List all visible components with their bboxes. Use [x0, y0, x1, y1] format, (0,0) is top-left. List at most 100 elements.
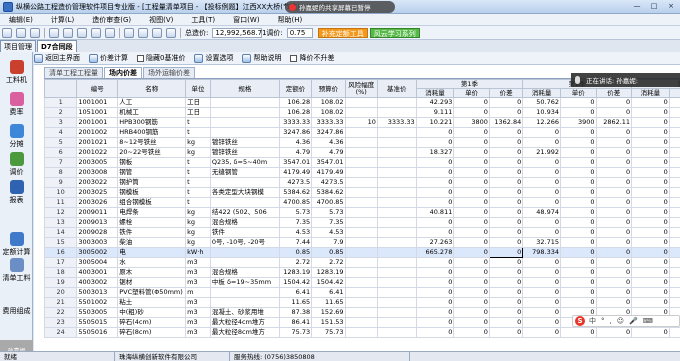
- table-cell[interactable]: 0: [415, 127, 455, 138]
- table-cell[interactable]: [344, 197, 378, 208]
- table-cell[interactable]: 798.334: [522, 247, 561, 258]
- table-cell[interactable]: 0: [595, 177, 633, 188]
- table-cell[interactable]: [209, 117, 280, 128]
- table-cell[interactable]: 0号, -10号, -20号: [209, 237, 280, 248]
- table-row[interactable]: 142009028铁件kg铁件4.534.53000000000: [44, 227, 680, 238]
- table-cell[interactable]: 0: [522, 167, 561, 178]
- table-cell[interactable]: 0: [631, 247, 670, 258]
- table-cell[interactable]: 人工: [117, 97, 187, 108]
- table-cell[interactable]: 0: [559, 137, 597, 148]
- table-cell[interactable]: 0: [488, 297, 524, 308]
- table-cell[interactable]: [376, 107, 417, 118]
- menu-help[interactable]: 帮助(H): [269, 15, 312, 25]
- table-cell[interactable]: Q235, δ=5~40m: [209, 157, 280, 168]
- table-cell[interactable]: kW·h: [185, 247, 211, 258]
- table-cell[interactable]: 0: [668, 97, 680, 108]
- table-row[interactable]: 24 5505016 碎石(8cm) m3 最大粒径8cm堆方 75.73 75.73 0 0 0…: [44, 327, 680, 338]
- table-cell[interactable]: 碎石(8cm): [117, 327, 187, 338]
- table-cell[interactable]: 0: [595, 237, 633, 248]
- table-cell[interactable]: 结422 (502、506: [209, 207, 280, 218]
- table-cell[interactable]: 0: [453, 107, 490, 118]
- table-cell[interactable]: m3: [185, 317, 211, 328]
- table-cell[interactable]: 0: [668, 297, 680, 308]
- table-cell[interactable]: [209, 177, 280, 188]
- table-cell[interactable]: 0: [488, 227, 524, 238]
- table-cell[interactable]: 48.974: [522, 207, 561, 218]
- table-cell[interactable]: 0: [595, 297, 633, 308]
- new-icon[interactable]: [2, 27, 12, 38]
- table-cell[interactable]: 2001001: [76, 117, 119, 128]
- table-cell[interactable]: 0: [559, 277, 597, 288]
- table-cell[interactable]: 32.715: [522, 237, 561, 248]
- table-cell[interactable]: 0: [631, 107, 670, 118]
- table-cell[interactable]: 碎石(4cm): [117, 317, 187, 328]
- table-cell[interactable]: 0: [488, 187, 524, 198]
- table-cell[interactable]: 2.72: [311, 257, 346, 268]
- table-cell[interactable]: t: [185, 167, 211, 178]
- table-cell[interactable]: 0: [522, 307, 561, 318]
- table-cell[interactable]: t: [185, 157, 211, 168]
- table-cell[interactable]: 0: [488, 127, 524, 138]
- table-cell[interactable]: [344, 137, 378, 148]
- table-cell[interactable]: 3547.01: [278, 157, 313, 168]
- table-cell[interactable]: 0: [453, 197, 490, 208]
- sidebar-item-fee-composition[interactable]: 费用组成: [0, 306, 33, 316]
- ime-mode[interactable]: 中: [589, 316, 596, 326]
- table-cell[interactable]: 0: [415, 257, 455, 268]
- table-cell[interactable]: 0: [453, 287, 490, 298]
- table-cell[interactable]: 108.02: [311, 97, 346, 108]
- sidebar-item-report[interactable]: 报表: [0, 180, 33, 205]
- table-cell[interactable]: 组合钢模板: [117, 197, 187, 208]
- hide-zero-toggle[interactable]: 隐藏0基准价: [137, 53, 185, 63]
- table-row[interactable]: 15 3003003 柴油 kg 0号, -10号, -20号 7.44 7.9 27.263…: [44, 237, 680, 248]
- table-cell[interactable]: 0.85: [311, 247, 346, 258]
- table-cell[interactable]: 10: [44, 187, 78, 198]
- table-cell[interactable]: 0: [595, 257, 633, 268]
- table-cell[interactable]: 2862.11: [595, 117, 633, 128]
- table-cell[interactable]: 0: [595, 187, 633, 198]
- table-cell[interactable]: 0: [415, 187, 455, 198]
- learning-series-button[interactable]: 风云学习系列: [369, 27, 420, 38]
- table-cell[interactable]: kg: [185, 217, 211, 228]
- table-cell[interactable]: 3800: [453, 117, 490, 128]
- table-cell[interactable]: 0: [559, 247, 597, 258]
- table-cell[interactable]: 1362.84: [488, 117, 524, 128]
- table-cell[interactable]: [344, 207, 378, 218]
- table-row[interactable]: 184003001原木m3混合规格1283.191283.19000000000: [44, 267, 680, 278]
- back-button[interactable]: 返回主界面: [34, 53, 80, 63]
- table-cell[interactable]: 0: [488, 137, 524, 148]
- table-cell[interactable]: 0: [415, 137, 455, 148]
- table-cell[interactable]: 0: [453, 327, 490, 338]
- table-cell[interactable]: 0: [488, 277, 524, 288]
- menu-edit[interactable]: 编辑(E): [0, 15, 42, 25]
- table-cell[interactable]: 0: [453, 147, 490, 158]
- table-cell[interactable]: 钢模板: [117, 187, 187, 198]
- table-cell[interactable]: 最大粒径4cm堆方: [209, 317, 280, 328]
- table-cell[interactable]: 12: [44, 207, 78, 218]
- table-cell[interactable]: [376, 317, 417, 328]
- table-cell[interactable]: 0: [631, 117, 670, 128]
- table-cell[interactable]: 混合规格: [209, 217, 280, 228]
- table-cell[interactable]: 0: [488, 197, 524, 208]
- table-cell[interactable]: 0: [488, 217, 524, 228]
- print-icon[interactable]: [152, 27, 162, 38]
- table-cell[interactable]: 0: [488, 167, 524, 178]
- table-row[interactable]: 132009013螺栓kg混合规格7.357.35000000000: [44, 217, 680, 228]
- table-cell[interactable]: PVC塑料管(Φ50mm): [117, 287, 187, 298]
- table-cell[interactable]: 0: [488, 247, 524, 258]
- table-cell[interactable]: [209, 257, 280, 268]
- table-cell[interactable]: kg: [185, 227, 211, 238]
- table-cell[interactable]: t: [185, 117, 211, 128]
- table-cell[interactable]: 0: [453, 177, 490, 188]
- table-cell[interactable]: 0: [631, 237, 670, 248]
- table-cell[interactable]: HPB300钢筋: [117, 117, 187, 128]
- table-cell[interactable]: 3547.01: [311, 157, 346, 168]
- table-cell[interactable]: 0: [631, 187, 670, 198]
- table-cell[interactable]: 0: [668, 277, 680, 288]
- table-cell[interactable]: 0: [631, 127, 670, 138]
- table-cell[interactable]: 4273.5: [278, 177, 313, 188]
- table-cell[interactable]: 机械工: [117, 107, 187, 118]
- table-cell[interactable]: 1504.42: [311, 277, 346, 288]
- table-cell[interactable]: 21.992: [522, 147, 561, 158]
- table-cell[interactable]: 86.41: [278, 317, 313, 328]
